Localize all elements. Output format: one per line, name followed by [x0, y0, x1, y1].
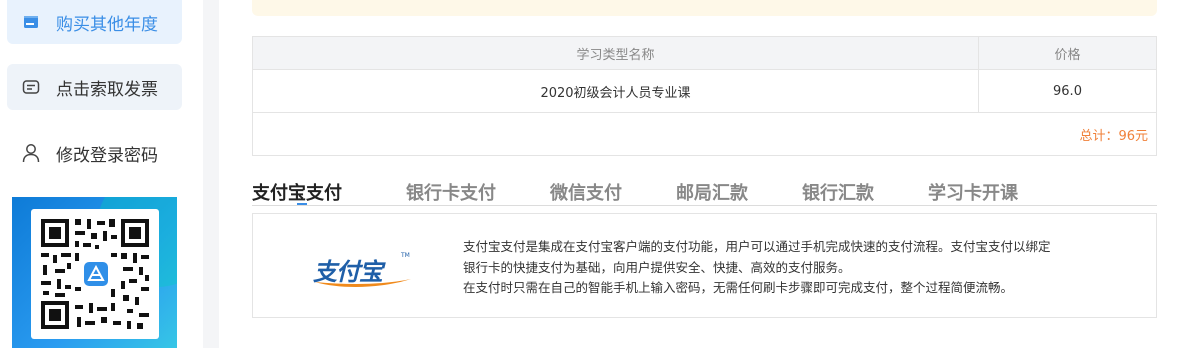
column-header-course-name: 学习类型名称	[252, 36, 979, 70]
payment-description: 支付宝支付是集成在支付宝客户端的支付功能，用户可以通过手机完成快速的支付流程。支…	[463, 237, 1143, 299]
sidebar-item-change-password[interactable]: 修改登录密码	[7, 130, 182, 176]
price-table: 学习类型名称 价格 2020初级会计人员专业课 96.0 总计：96元	[252, 36, 1157, 156]
receipt-icon	[21, 77, 41, 97]
payment-description-line: 在支付时只需在自己的智能手机上输入密码，无需任何刷卡步骤即可完成支付，整个过程简…	[463, 280, 1014, 295]
qr-banner	[12, 197, 177, 348]
sidebar-item-label: 购买其他年度	[56, 14, 158, 35]
payment-panel: 支付宝 TM 支付宝支付是集成在支付宝客户端的支付功能，用户可以通过手机完成快速…	[252, 213, 1157, 318]
sidebar-divider	[203, 0, 219, 348]
payment-tabs: 支付宝支付 银行卡支付 微信支付 邮局汇款 银行汇款 学习卡开课	[252, 176, 1157, 206]
table-header-row: 学习类型名称 价格	[252, 36, 1157, 70]
payment-description-line: 银行卡的快捷支付为基础，向用户提供安全、快捷、高效的支付服务。	[463, 259, 851, 275]
active-tab-indicator	[297, 203, 307, 205]
tab-alipay[interactable]: 支付宝支付	[252, 179, 342, 205]
sidebar: 购买其他年度 点击索取发票 修改登录密码	[0, 0, 203, 348]
sidebar-item-label: 点击索取发票	[56, 79, 158, 100]
table-row: 2020初级会计人员专业课 96.0	[252, 69, 1157, 113]
total-amount: 总计：96元	[252, 112, 1157, 156]
qr-code-icon	[31, 209, 159, 339]
table-total-row: 总计：96元	[252, 112, 1157, 156]
column-header-price: 价格	[978, 36, 1157, 70]
sidebar-item-buy-other-year[interactable]: 购买其他年度	[7, 0, 182, 44]
alipay-trademark: TM	[401, 252, 410, 259]
tab-bank-card[interactable]: 银行卡支付	[406, 179, 496, 205]
price-cell: 96.0	[978, 69, 1157, 113]
course-name-cell: 2020初级会计人员专业课	[252, 69, 979, 113]
alipay-logo: 支付宝 TM	[313, 252, 413, 292]
tab-study-card[interactable]: 学习卡开课	[928, 179, 1018, 205]
user-icon	[21, 143, 41, 163]
payment-description-line: 支付宝支付是集成在支付宝客户端的支付功能，用户可以通过手机完成快速的支付流程。支…	[463, 239, 1051, 254]
sidebar-item-request-invoice[interactable]: 点击索取发票	[7, 64, 182, 110]
tab-post-office-remittance[interactable]: 邮局汇款	[676, 179, 748, 205]
sidebar-item-label: 修改登录密码	[56, 145, 158, 166]
card-icon	[21, 12, 41, 32]
notice-bar	[252, 0, 1157, 16]
tab-bank-remittance[interactable]: 银行汇款	[802, 179, 874, 205]
alipay-swoosh-icon	[315, 279, 411, 288]
tab-wechat-pay[interactable]: 微信支付	[550, 179, 622, 205]
